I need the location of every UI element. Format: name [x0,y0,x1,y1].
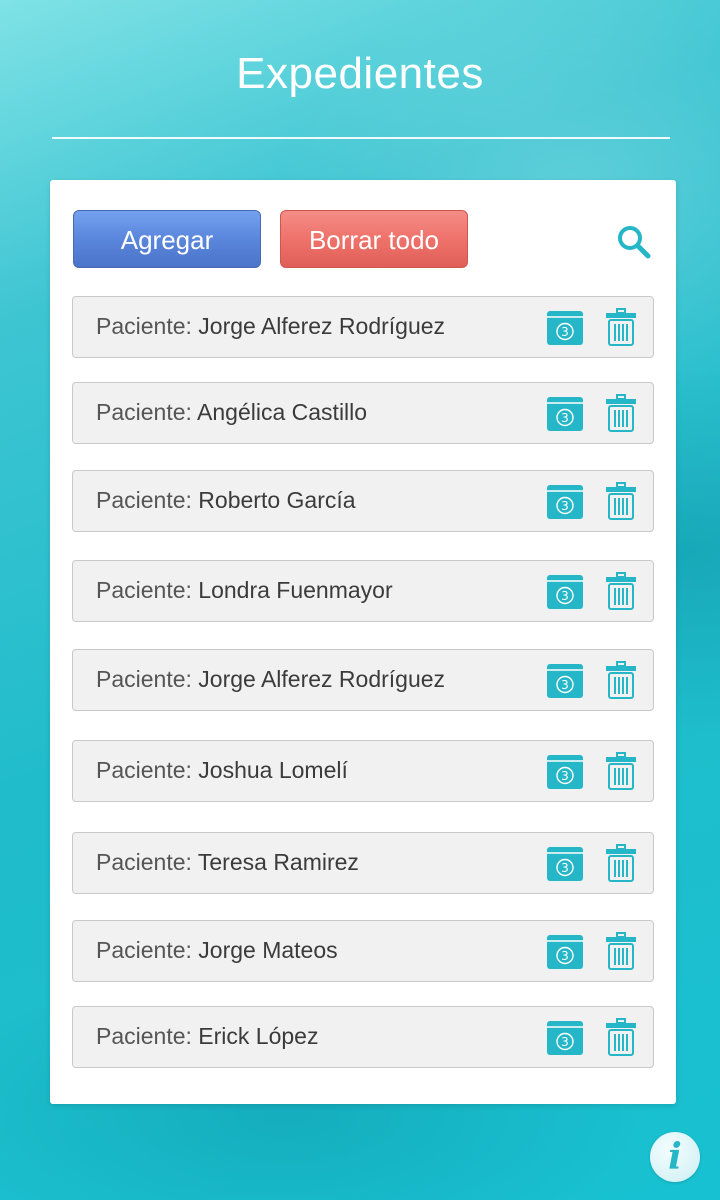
folder-icon: 3 [547,1021,583,1055]
list-item[interactable]: Paciente: Jorge Mateos 3 [72,920,654,982]
folder-badge: 3 [561,499,569,513]
patient-name: Jorge Alferez Rodríguez [198,666,446,692]
folder-badge: 3 [561,325,569,339]
delete-button[interactable] [605,752,637,790]
open-record-button[interactable]: 3 [546,1020,584,1056]
patient-label: Paciente: Jorge Mateos [96,921,338,979]
patient-prefix: Paciente: [96,1023,192,1049]
patient-label: Paciente: Angélica Castillo [96,383,367,441]
trash-icon [606,661,636,699]
open-record-button[interactable]: 3 [546,310,584,346]
patient-label: Paciente: Jorge Alferez Rodríguez [96,650,445,708]
delete-button[interactable] [605,932,637,970]
patient-label: Paciente: Teresa Ramirez [96,833,359,891]
patient-prefix: Paciente: [96,757,192,783]
open-record-button[interactable]: 3 [546,574,584,610]
folder-badge: 3 [561,769,569,783]
patient-prefix: Paciente: [96,487,192,513]
folder-badge: 3 [561,589,569,603]
patient-prefix: Paciente: [96,937,192,963]
page-title: Expedientes [236,49,484,98]
folder-icon: 3 [547,755,583,789]
trash-icon [606,932,636,970]
patient-label: Paciente: Joshua Lomelí [96,741,348,799]
folder-icon: 3 [547,397,583,431]
folder-icon: 3 [547,664,583,698]
delete-button[interactable] [605,394,637,432]
patient-label: Paciente: Jorge Alferez Rodríguez [96,297,445,355]
list-item[interactable]: Paciente: Erick López 3 [72,1006,654,1068]
list-item[interactable]: Paciente: Londra Fuenmayor 3 [72,560,654,622]
list-item[interactable]: Paciente: Jorge Alferez Rodríguez 3 [72,296,654,358]
folder-badge: 3 [561,949,569,963]
patient-prefix: Paciente: [96,577,192,603]
folder-icon: 3 [547,847,583,881]
patient-name: Londra Fuenmayor [198,577,393,603]
delete-button[interactable] [605,661,637,699]
add-button[interactable]: Agregar [73,210,261,268]
trash-icon [606,308,636,346]
search-icon [618,226,651,259]
clear-all-button[interactable]: Borrar todo [280,210,468,268]
trash-icon [606,482,636,520]
folder-badge: 3 [561,1035,569,1049]
records-panel: Agregar Borrar todo Paciente: Jorge Alfe… [50,180,676,1104]
patient-name: Teresa Ramirez [197,849,359,875]
folder-icon: 3 [547,575,583,609]
open-record-button[interactable]: 3 [546,846,584,882]
delete-button[interactable] [605,1018,637,1056]
folder-icon: 3 [547,311,583,345]
patient-prefix: Paciente: [96,666,192,692]
patient-name: Jorge Mateos [198,937,338,963]
list-item[interactable]: Paciente: Angélica Castillo 3 [72,382,654,444]
delete-button[interactable] [605,572,637,610]
info-icon: i [668,1136,682,1178]
list-item[interactable]: Paciente: Jorge Alferez Rodríguez 3 [72,649,654,711]
delete-button[interactable] [605,482,637,520]
patient-label: Paciente: Erick López [96,1007,318,1065]
trash-icon [606,572,636,610]
patient-label: Paciente: Roberto García [96,471,356,529]
folder-badge: 3 [561,678,569,692]
header-divider [52,137,670,139]
folder-icon: 3 [547,935,583,969]
folder-badge: 3 [561,861,569,875]
open-record-button[interactable]: 3 [546,754,584,790]
search-button[interactable] [614,222,654,262]
delete-button[interactable] [605,308,637,346]
trash-icon [606,752,636,790]
open-record-button[interactable]: 3 [546,396,584,432]
patient-label: Paciente: Londra Fuenmayor [96,561,393,619]
trash-icon [606,844,636,882]
open-record-button[interactable]: 3 [546,663,584,699]
patient-prefix: Paciente: [96,399,192,425]
patient-name: Angélica Castillo [197,399,368,425]
info-button[interactable]: i [650,1132,700,1182]
delete-button[interactable] [605,844,637,882]
list-item[interactable]: Paciente: Joshua Lomelí 3 [72,740,654,802]
trash-icon [606,394,636,432]
patient-name: Roberto García [198,487,356,513]
folder-badge: 3 [561,411,569,425]
patient-name: Erick López [198,1023,319,1049]
patient-prefix: Paciente: [96,313,192,339]
list-item[interactable]: Paciente: Roberto García 3 [72,470,654,532]
patient-name: Joshua Lomelí [198,757,348,783]
open-record-button[interactable]: 3 [546,934,584,970]
folder-icon: 3 [547,485,583,519]
list-item[interactable]: Paciente: Teresa Ramirez 3 [72,832,654,894]
trash-icon [606,1018,636,1056]
open-record-button[interactable]: 3 [546,484,584,520]
patient-name: Jorge Alferez Rodríguez [198,313,446,339]
patient-prefix: Paciente: [96,849,192,875]
